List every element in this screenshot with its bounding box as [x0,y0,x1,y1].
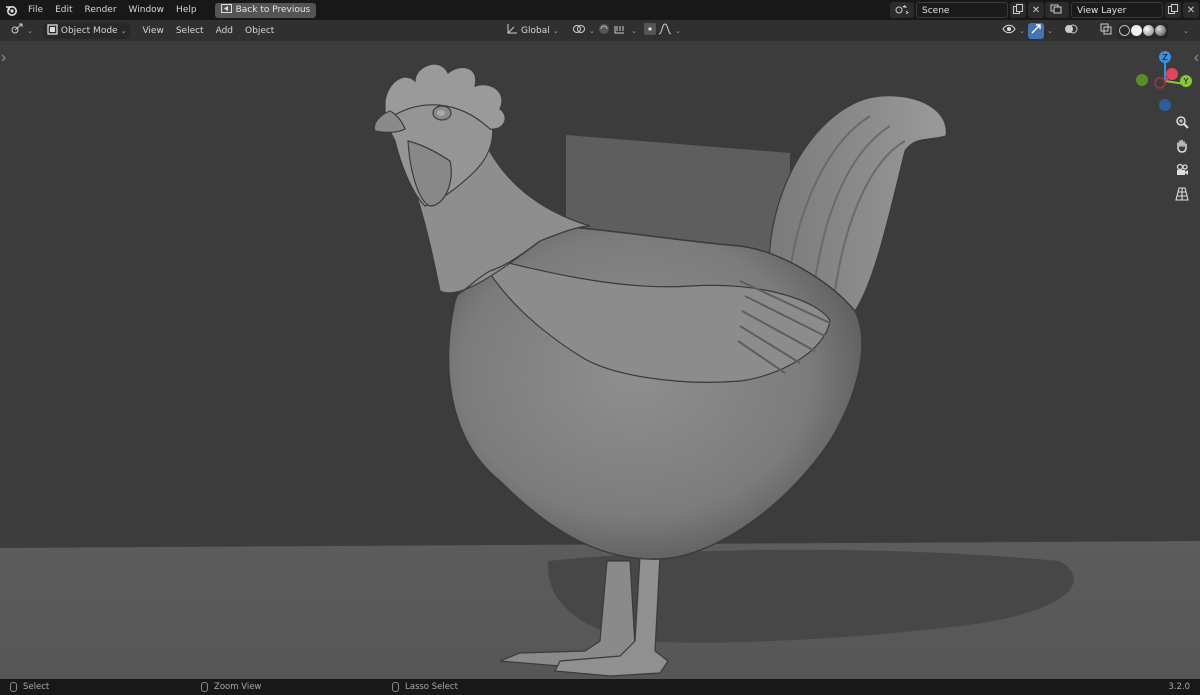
mouse-middle-icon [201,682,208,692]
zoom-icon [1175,115,1189,132]
gizmo-x-axis[interactable] [1166,68,1178,80]
gizmo-y-label: Y [1183,77,1189,86]
scene-name-field[interactable]: Scene [916,2,1008,18]
gizmo-neg-y-axis[interactable] [1136,74,1148,86]
chevron-down-icon[interactable]: ⌄ [1183,27,1189,35]
view-layer-browse-button[interactable] [1045,2,1069,18]
overlay-button[interactable] [1063,23,1079,39]
close-icon: ✕ [1186,4,1196,16]
back-to-previous-button[interactable]: Back to Previous [214,2,317,18]
scene-selector: Scene ✕ [890,2,1044,18]
transform-orientation-icon [506,23,518,38]
view-layer-selector: View Layer ✕ [1045,2,1199,18]
delete-scene-button[interactable]: ✕ [1028,2,1044,18]
status-bar: Select Zoom View Lasso Select 3.2.0 [0,679,1200,695]
menu-window[interactable]: Window [123,0,171,20]
status-middle-click-hint: Zoom View [201,682,261,692]
3d-viewport[interactable]: Z Y [0,41,1200,679]
gizmo-neg-x-axis[interactable] [1154,77,1166,89]
xray-button[interactable] [1098,23,1114,39]
status-left-action: Select [23,682,50,692]
chevron-down-icon: ⌄ [120,26,127,35]
editor-type-button[interactable]: ⌄ [6,23,37,39]
duplicate-icon [1013,3,1023,17]
rendered-shading-icon[interactable] [1155,25,1166,36]
viewport-scene [0,41,1200,679]
status-right-action: Lasso Select [405,682,458,692]
mode-label: Object Mode [60,25,118,36]
material-preview-shading-icon[interactable] [1143,25,1154,36]
status-right-click-hint: Lasso Select [392,682,458,692]
pivot-point-icon [572,23,586,38]
camera-view-button[interactable] [1171,160,1193,182]
menu-edit[interactable]: Edit [49,0,78,20]
toolbar-expand-arrow[interactable] [0,53,8,63]
menu-object[interactable]: Object [239,26,280,36]
mouse-right-icon [392,682,399,692]
object-mode-icon [47,23,58,38]
duplicate-icon [1168,3,1178,17]
orthographic-toggle-button[interactable] [1171,184,1193,206]
chevron-down-icon: ⌄ [675,26,681,35]
orientation-label: Global [521,25,550,36]
camera-view-icon [1175,163,1189,180]
gizmo-toggle-button[interactable] [1028,22,1044,39]
scene-browse-button[interactable] [890,2,914,18]
chevron-down-icon: ⌄ [27,26,33,35]
snap-dropdown[interactable]: ⌄ [594,23,641,39]
chevron-down-icon: ⌄ [1019,26,1025,35]
new-scene-button[interactable] [1010,2,1026,18]
proportional-edit-icon [644,23,672,38]
gizmo-toggle-icon [1030,23,1042,38]
menu-file[interactable]: File [22,0,49,20]
menu-help[interactable]: Help [170,0,203,20]
version-label: 3.2.0 [1168,682,1190,692]
object-visibility-icon [1002,23,1016,38]
viewport-header: ⌄ Object Mode ⌄ View Select Add Object G… [0,20,1200,41]
snap-icon [598,23,628,38]
blender-logo-icon[interactable] [0,0,22,20]
navigation-gizmo[interactable]: Z Y [1130,41,1200,121]
shading-mode-group [1117,22,1168,39]
new-view-layer-button[interactable] [1165,2,1181,18]
scene-icon [895,4,909,17]
close-icon: ✕ [1031,4,1041,16]
pan-button[interactable] [1171,136,1193,158]
pan-hand-icon [1175,139,1189,156]
back-to-previous-icon [220,4,232,16]
overlay-icon [1064,23,1078,38]
menu-add[interactable]: Add [210,26,239,36]
object-visibility-dropdown[interactable]: ⌄ [998,23,1029,39]
gizmo-z-label: Z [1162,53,1168,62]
zoom-button[interactable] [1171,112,1193,134]
wireframe-shading-icon[interactable] [1119,25,1130,36]
view-layer-name-field[interactable]: View Layer [1071,2,1163,18]
mode-dropdown[interactable]: Object Mode ⌄ [42,22,131,39]
gizmo-neg-z-axis[interactable] [1159,99,1171,111]
chevron-down-icon: ⌄ [552,26,559,35]
editor-type-icon [10,23,24,38]
view-layer-icon [1050,4,1064,17]
proportional-edit-dropdown[interactable]: ⌄ [640,23,685,39]
menu-render[interactable]: Render [79,0,123,20]
delete-view-layer-button[interactable]: ✕ [1183,2,1199,18]
chevron-down-icon[interactable]: ⌄ [1047,27,1053,35]
sidebar-expand-arrow[interactable] [1192,53,1200,63]
transform-orientation-dropdown[interactable]: Global ⌄ [502,23,563,39]
menu-select[interactable]: Select [170,26,210,36]
mouse-left-icon [10,682,17,692]
solid-shading-icon[interactable] [1131,25,1142,36]
chevron-down-icon: ⌄ [631,26,637,35]
orthographic-grid-icon [1175,186,1189,204]
rooster-eye-pupil [437,110,445,116]
xray-icon [1100,23,1112,38]
status-middle-action: Zoom View [214,682,262,692]
menu-view[interactable]: View [136,26,169,36]
status-left-click-hint: Select [10,682,49,692]
top-menu-bar: File Edit Render Window Help Back to Pre… [0,0,1200,20]
back-to-previous-label: Back to Previous [235,5,311,15]
